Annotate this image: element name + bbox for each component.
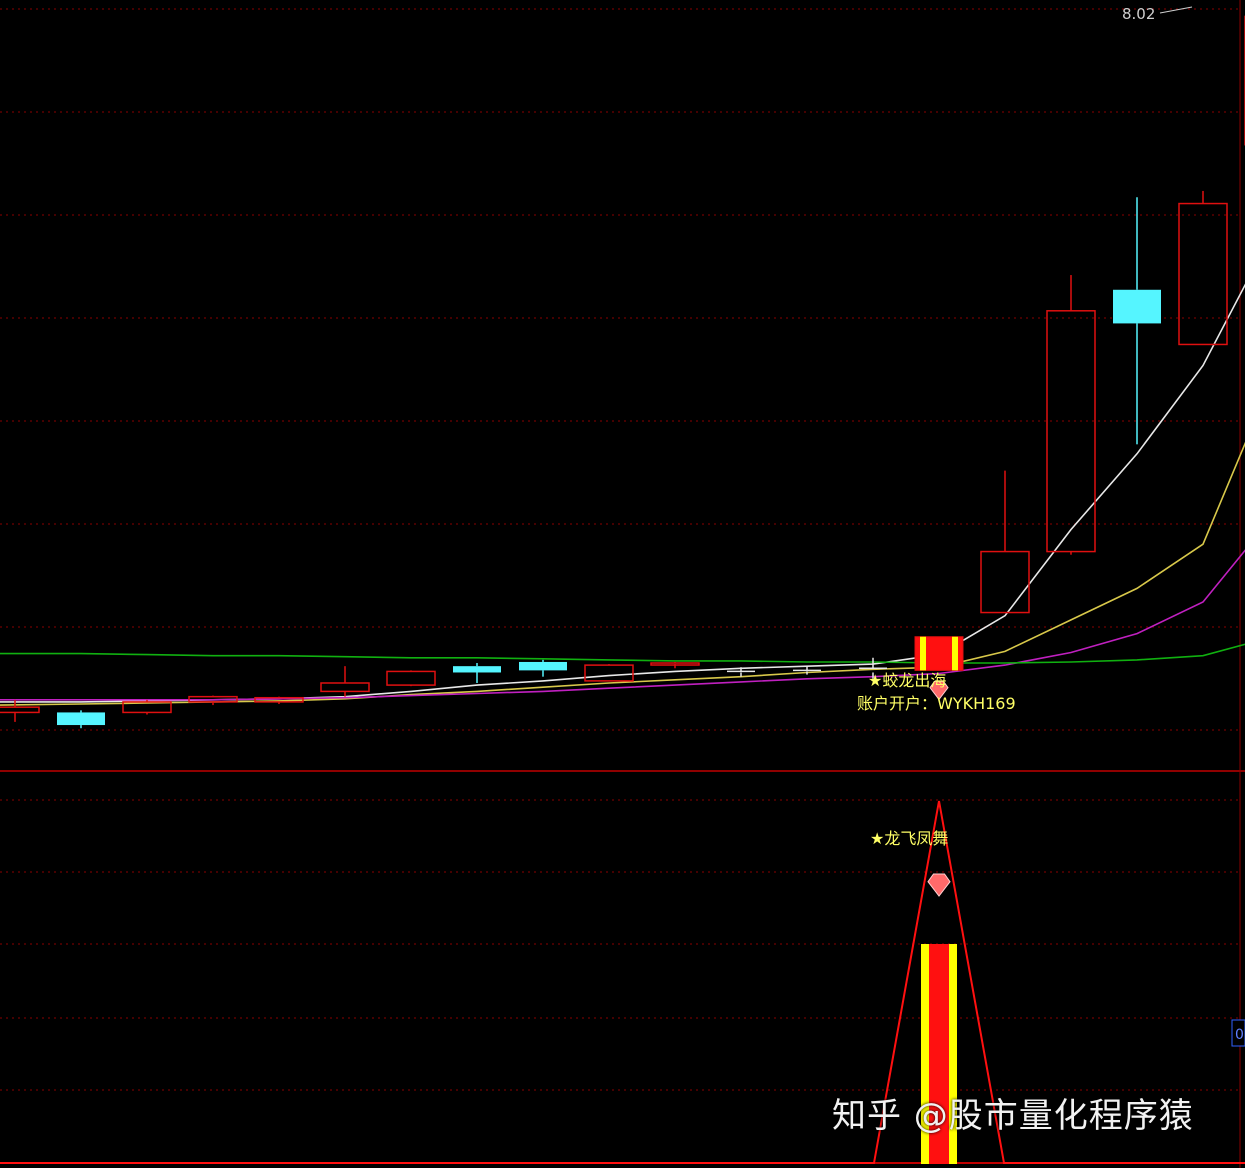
candle — [584, 664, 634, 682]
candle-body-up — [1046, 310, 1096, 553]
price-readout: 8.02 — [1122, 5, 1155, 23]
candle — [1178, 190, 1228, 346]
ma_long-line — [0, 549, 1245, 701]
candle-body-up — [0, 706, 40, 714]
signal-label-main: ★蛟龙出海 — [868, 671, 946, 690]
candle — [650, 661, 700, 669]
candle-body-down — [1113, 289, 1161, 324]
candle-body-up — [386, 670, 436, 686]
candle — [519, 659, 567, 677]
edge-value-label: 0 — [1235, 1027, 1244, 1043]
signal-label-sub: ★龙飞凤舞 — [870, 829, 948, 848]
moving-average-lines — [0, 283, 1245, 706]
candle — [0, 699, 40, 722]
chart-canvas[interactable]: 8.02 ★蛟龙出海 账户开户：WYKH169 ★龙飞凤舞 0 — [0, 0, 1245, 1168]
candle — [453, 663, 501, 683]
candle-body-up — [320, 682, 370, 693]
candle — [57, 710, 105, 729]
ma_short-line — [0, 283, 1245, 703]
main-panel-grid — [0, 8, 1240, 731]
candle-body-up — [584, 664, 634, 682]
candle-body-down — [453, 666, 501, 673]
ma_longest-line — [0, 643, 1245, 664]
candle — [386, 670, 436, 687]
candlesticks — [0, 15, 1245, 729]
gem-icon — [927, 873, 951, 897]
candle-body-up — [980, 550, 1030, 614]
candle — [1046, 275, 1096, 555]
candle — [980, 470, 1030, 614]
candle-body-down — [57, 712, 105, 726]
candle-signal-stripe — [920, 636, 926, 671]
watermark-text: 知乎 @股市量化程序猿 — [832, 1096, 1194, 1136]
main-signal-marker: ★蛟龙出海 账户开户：WYKH169 — [857, 671, 1016, 713]
candle — [914, 636, 964, 671]
candle-body-down — [519, 661, 567, 671]
candle — [122, 699, 172, 715]
candle — [1113, 197, 1161, 445]
candle-signal-stripe — [952, 636, 958, 671]
candle-body-up — [650, 662, 700, 666]
candle-body-up — [1178, 202, 1228, 346]
signal-label-account: 账户开户：WYKH169 — [857, 694, 1016, 713]
readout-arrow — [1159, 6, 1193, 14]
candle — [320, 666, 370, 697]
